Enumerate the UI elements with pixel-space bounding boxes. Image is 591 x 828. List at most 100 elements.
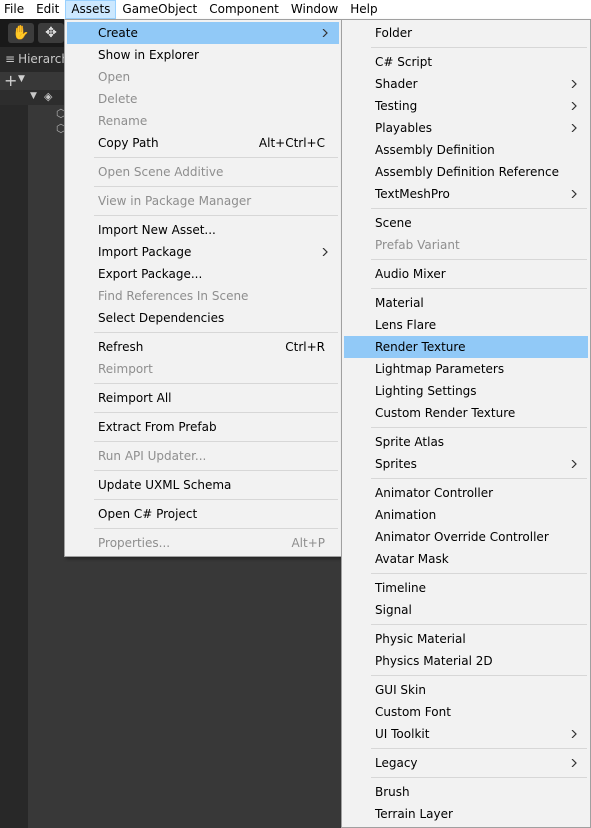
menu-item-label: Render Texture: [375, 340, 466, 354]
menu-item-reimport-all[interactable]: Reimport All: [67, 387, 339, 409]
menu-item-label: Prefab Variant: [375, 238, 460, 252]
menu-item-label: Folder: [375, 26, 413, 40]
menu-separator: [94, 441, 338, 442]
menu-gameobject[interactable]: GameObject: [116, 0, 203, 19]
menu-item-properties: Properties... Alt+P: [67, 532, 339, 554]
menu-item-show-in-explorer[interactable]: Show in Explorer: [67, 44, 339, 66]
menu-item-folder[interactable]: Folder: [344, 22, 588, 44]
menu-item-label: Properties...: [98, 536, 171, 550]
menu-item-label: Select Dependencies: [98, 311, 225, 325]
menu-item-view-in-package-manager: View in Package Manager: [67, 190, 339, 212]
menu-item-label: Scene: [375, 216, 412, 230]
menu-item-extract-from-prefab[interactable]: Extract From Prefab: [67, 416, 339, 438]
menu-item-label: Delete: [98, 92, 138, 106]
menu-separator: [371, 259, 587, 260]
menu-separator: [371, 573, 587, 574]
menu-item-open-scene-additive: Open Scene Additive: [67, 161, 339, 183]
hand-tool-button[interactable]: ✋: [8, 23, 34, 43]
menu-item-lens-flare[interactable]: Lens Flare: [344, 314, 588, 336]
menu-item-avatar-mask[interactable]: Avatar Mask: [344, 548, 588, 570]
menu-separator: [94, 332, 338, 333]
menu-item-label: Lens Flare: [375, 318, 437, 332]
menu-item-c-script[interactable]: C# Script: [344, 51, 588, 73]
menu-item-run-api-updater: Run API Updater...: [67, 445, 339, 467]
menu-item-audio-mixer[interactable]: Audio Mixer: [344, 263, 588, 285]
expand-arrow-icon[interactable]: ▼: [30, 91, 37, 101]
create-submenu: Folder C# Script Shader Testing Playables Ass…: [341, 19, 591, 828]
menu-item-brush[interactable]: Brush: [344, 781, 588, 803]
menu-item-lighting-settings[interactable]: Lighting Settings: [344, 380, 588, 402]
hierarchy-tab[interactable]: ≡ Hierarch: [0, 47, 64, 72]
menu-item-label: Sprites: [375, 457, 417, 471]
menu-separator: [371, 288, 587, 289]
menu-separator: [94, 157, 338, 158]
menu-item-custom-font[interactable]: Custom Font: [344, 701, 588, 723]
menu-separator: [94, 186, 338, 187]
menu-item-playables[interactable]: Playables: [344, 117, 588, 139]
menu-item-label: Timeline: [375, 581, 427, 595]
menu-item-animation[interactable]: Animation: [344, 504, 588, 526]
menu-item-lightmap-parameters[interactable]: Lightmap Parameters: [344, 358, 588, 380]
menu-item-textmeshpro[interactable]: TextMeshPro: [344, 183, 588, 205]
menu-file[interactable]: File: [0, 0, 30, 19]
menu-separator: [94, 383, 338, 384]
menu-item-ui-toolkit[interactable]: UI Toolkit: [344, 723, 588, 745]
menu-item-export-package[interactable]: Export Package...: [67, 263, 339, 285]
menu-item-animator-controller[interactable]: Animator Controller: [344, 482, 588, 504]
menu-item-open: Open: [67, 66, 339, 88]
menu-item-label: Physic Material: [375, 632, 466, 646]
list-icon: ≡: [5, 52, 16, 66]
hand-icon: ✋: [12, 25, 30, 41]
menu-item-sprite-atlas[interactable]: Sprite Atlas: [344, 431, 588, 453]
menu-item-select-dependencies[interactable]: Select Dependencies: [67, 307, 339, 329]
menu-item-label: Open Scene Additive: [98, 165, 224, 179]
menu-separator: [371, 624, 587, 625]
menu-item-label: Playables: [375, 121, 432, 135]
menu-item-copy-path[interactable]: Copy Path Alt+Ctrl+C: [67, 132, 339, 154]
menu-item-label: Reimport: [98, 362, 153, 376]
menu-item-assembly-definition-reference[interactable]: Assembly Definition Reference: [344, 161, 588, 183]
menu-assets[interactable]: Assets: [65, 0, 117, 19]
menu-edit[interactable]: Edit: [30, 0, 65, 19]
menu-item-custom-render-texture[interactable]: Custom Render Texture: [344, 402, 588, 424]
menu-item-label: Import New Asset...: [98, 223, 216, 237]
menu-help[interactable]: Help: [344, 0, 383, 19]
menu-component[interactable]: Component: [203, 0, 285, 19]
scene-row[interactable]: ▼ ◈: [0, 90, 64, 105]
menu-item-update-uxml-schema[interactable]: Update UXML Schema: [67, 474, 339, 496]
menu-item-terrain-layer[interactable]: Terrain Layer: [344, 803, 588, 825]
menu-item-render-texture[interactable]: Render Texture: [344, 336, 588, 358]
menu-item-timeline[interactable]: Timeline: [344, 577, 588, 599]
menu-item-assembly-definition[interactable]: Assembly Definition: [344, 139, 588, 161]
menu-item-label: Legacy: [375, 756, 418, 770]
menu-item-label: Shader: [375, 77, 418, 91]
menu-separator: [371, 47, 587, 48]
menu-item-label: TextMeshPro: [375, 187, 450, 201]
menu-item-label: Refresh: [98, 340, 144, 354]
add-icon[interactable]: +: [4, 71, 17, 90]
menu-item-testing[interactable]: Testing: [344, 95, 588, 117]
menu-item-import-new-asset[interactable]: Import New Asset...: [67, 219, 339, 241]
menu-item-animator-override-controller[interactable]: Animator Override Controller: [344, 526, 588, 548]
menu-item-gui-skin[interactable]: GUI Skin: [344, 679, 588, 701]
menu-item-legacy[interactable]: Legacy: [344, 752, 588, 774]
menu-item-rename: Rename: [67, 110, 339, 132]
menu-item-sprites[interactable]: Sprites: [344, 453, 588, 475]
menu-item-open-c-project[interactable]: Open C# Project: [67, 503, 339, 525]
menu-item-label: Find References In Scene: [98, 289, 249, 303]
menu-window[interactable]: Window: [285, 0, 344, 19]
menu-item-material[interactable]: Material: [344, 292, 588, 314]
menu-item-physic-material[interactable]: Physic Material: [344, 628, 588, 650]
menu-item-refresh[interactable]: Refresh Ctrl+R: [67, 336, 339, 358]
menu-item-shader[interactable]: Shader: [344, 73, 588, 95]
menu-item-physics-material-2d[interactable]: Physics Material 2D: [344, 650, 588, 672]
move-tool-button[interactable]: ✥: [38, 23, 64, 43]
menu-item-create[interactable]: Create: [67, 22, 339, 44]
menu-separator: [371, 478, 587, 479]
menu-item-import-package[interactable]: Import Package: [67, 241, 339, 263]
assets-dropdown-menu: Create Show in Explorer Open Delete Rename Co…: [64, 19, 342, 557]
menu-item-label: Brush: [375, 785, 410, 799]
menu-item-signal[interactable]: Signal: [344, 599, 588, 621]
dropdown-arrow-icon[interactable]: ▼: [18, 74, 25, 84]
menu-item-scene[interactable]: Scene: [344, 212, 588, 234]
